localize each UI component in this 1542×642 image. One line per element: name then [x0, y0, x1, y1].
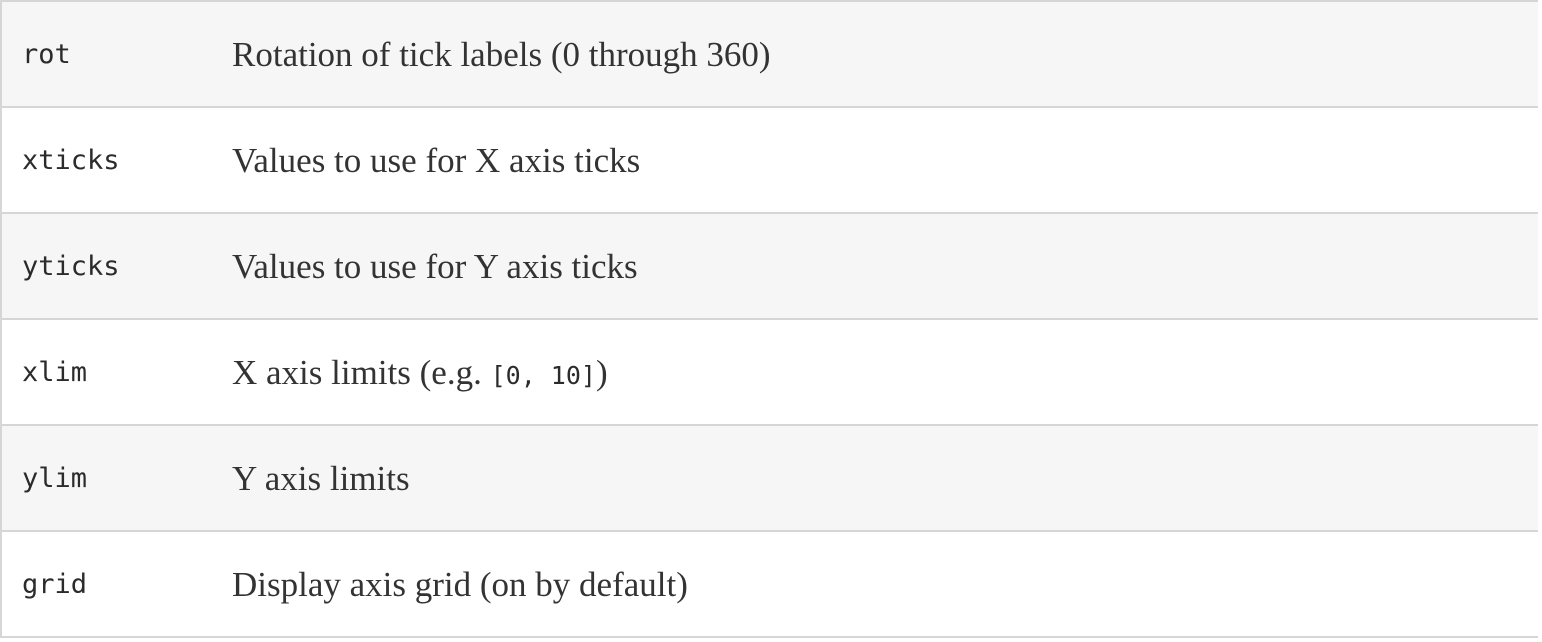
- option-key: ylim: [22, 462, 88, 494]
- option-key: xlim: [22, 356, 88, 388]
- table-row: xticks Values to use for X axis ticks: [2, 108, 1538, 214]
- table-row: yticks Values to use for Y axis ticks: [2, 214, 1538, 320]
- option-description-prefix: X axis limits (e.g.: [232, 352, 491, 392]
- option-key: yticks: [22, 250, 120, 282]
- option-key: grid: [22, 568, 88, 600]
- option-description: X axis limits (e.g. [0, 10]): [232, 355, 608, 390]
- option-description: Values to use for Y axis ticks: [232, 246, 638, 286]
- option-key: rot: [22, 38, 71, 70]
- options-table: rot Rotation of tick labels (0 through 3…: [0, 0, 1538, 638]
- option-description-code: [0, 10]: [490, 360, 596, 390]
- option-key: xticks: [22, 144, 120, 176]
- table-row: xlim X axis limits (e.g. [0, 10]): [2, 320, 1538, 426]
- table-row: rot Rotation of tick labels (0 through 3…: [2, 2, 1538, 108]
- option-description: Rotation of tick labels (0 through 360): [232, 34, 771, 74]
- option-description-suffix: ): [595, 352, 608, 392]
- table-row: ylim Y axis limits: [2, 426, 1538, 532]
- option-description: Values to use for X axis ticks: [232, 140, 641, 180]
- table-row: grid Display axis grid (on by default): [2, 532, 1538, 638]
- option-description: Display axis grid (on by default): [232, 564, 688, 604]
- option-description: Y axis limits: [232, 458, 410, 498]
